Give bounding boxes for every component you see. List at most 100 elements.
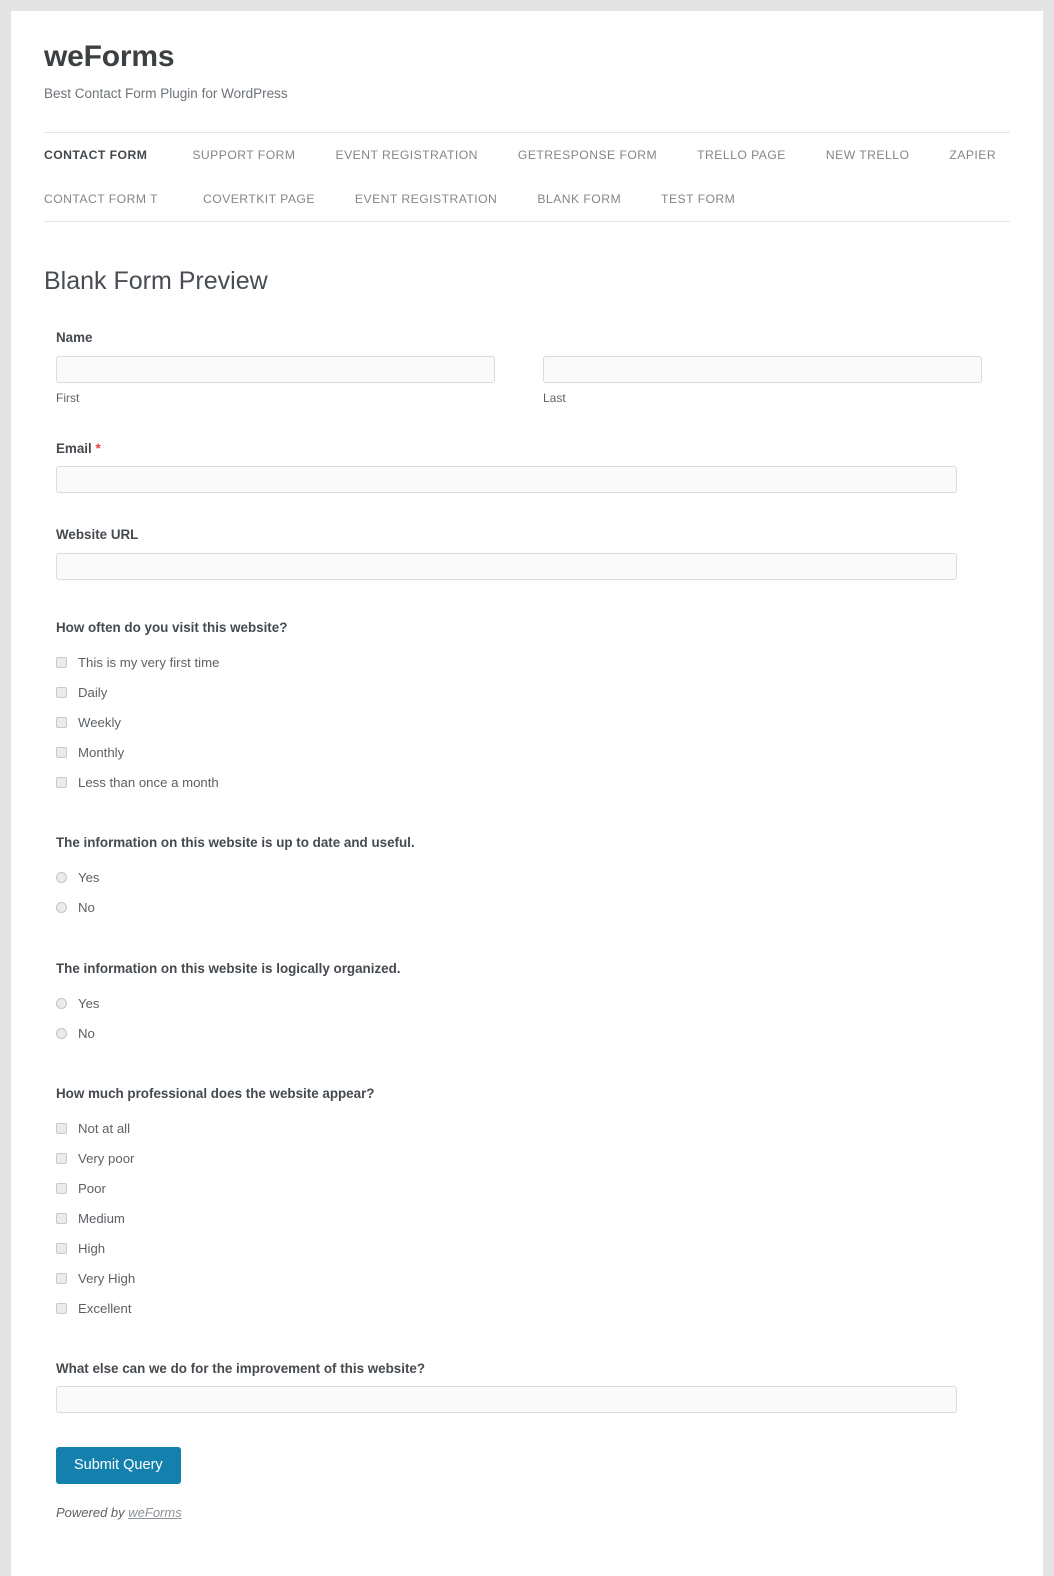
professional-appearance-options: Not at all Very poor Poor Medium High Ve…: [56, 1114, 1010, 1324]
checkbox-option-weekly[interactable]: Weekly: [56, 707, 1010, 737]
field-label-visit-frequency: How often do you visit this website?: [56, 619, 288, 635]
option-label: Very High: [78, 1270, 136, 1286]
checkbox-icon[interactable]: [56, 1273, 67, 1285]
field-label-logically-organized: The information on this website is logic…: [56, 960, 401, 976]
last-name-input[interactable]: [543, 355, 982, 383]
nav-item-blank-form[interactable]: BLANK FORM: [537, 192, 621, 206]
submit-row: Submit Query: [56, 1446, 1010, 1485]
radio-option-organized-yes[interactable]: Yes: [56, 988, 1010, 1018]
field-label-professional-appearance: How much professional does the website a…: [56, 1086, 375, 1102]
nav-item-covertkit-page[interactable]: COVERTKIT PAGE: [203, 192, 315, 206]
checkbox-option-less-than-once-a-month[interactable]: Less than once a month: [56, 767, 1010, 797]
blank-form: Name First Last Email * Website URL How …: [44, 329, 1010, 1520]
option-label: Poor: [78, 1180, 106, 1196]
radio-icon[interactable]: [56, 1027, 67, 1039]
radio-option-up-to-date-no[interactable]: No: [56, 893, 1010, 923]
site-title: weForms: [44, 40, 175, 73]
email-input[interactable]: [56, 466, 957, 494]
nav-row-secondary: CONTACT FORM T COVERTKIT PAGE EVENT REGI…: [44, 177, 1010, 221]
checkbox-option-very-poor[interactable]: Very poor: [56, 1144, 1010, 1174]
first-name-input[interactable]: [56, 355, 495, 383]
radio-icon[interactable]: [56, 872, 67, 884]
last-name-sublabel: Last: [543, 390, 566, 405]
option-label: This is my very first time: [78, 654, 220, 670]
main-navigation: CONTACT FORM SUPPORT FORM EVENT REGISTRA…: [44, 132, 1010, 223]
improvement-input[interactable]: [56, 1385, 957, 1413]
option-label: No: [78, 900, 95, 916]
site-tagline: Best Contact Form Plugin for WordPress: [44, 86, 288, 101]
submit-button[interactable]: Submit Query: [56, 1446, 181, 1485]
nav-item-contact-form[interactable]: CONTACT FORM: [44, 148, 147, 162]
website-url-input[interactable]: [56, 552, 957, 580]
content-inner: weForms Best Contact Form Plugin for Wor…: [11, 11, 1043, 1520]
page-container: weForms Best Contact Form Plugin for Wor…: [11, 11, 1043, 1576]
nav-item-zapier[interactable]: ZAPIER: [949, 148, 996, 162]
radio-option-up-to-date-yes[interactable]: Yes: [56, 863, 1010, 893]
up-to-date-options: Yes No: [56, 863, 1010, 923]
nav-row-primary: CONTACT FORM SUPPORT FORM EVENT REGISTRA…: [44, 133, 1010, 177]
field-label-website-url: Website URL: [56, 527, 139, 543]
option-label: High: [78, 1240, 106, 1256]
checkbox-option-very-high[interactable]: Very High: [56, 1264, 1010, 1294]
checkbox-option-high[interactable]: High: [56, 1234, 1010, 1264]
visit-frequency-options: This is my very first time Daily Weekly …: [56, 647, 1010, 797]
option-label: Medium: [78, 1210, 125, 1226]
checkbox-option-not-at-all[interactable]: Not at all: [56, 1114, 1010, 1144]
powered-by: Powered by weForms: [56, 1505, 1010, 1520]
name-last-column: Last: [543, 347, 982, 405]
checkbox-icon[interactable]: [56, 746, 67, 758]
checkbox-icon[interactable]: [56, 1213, 67, 1225]
checkbox-icon[interactable]: [56, 716, 67, 728]
checkbox-option-first-time[interactable]: This is my very first time: [56, 647, 1010, 677]
option-label: Yes: [78, 870, 100, 886]
required-asterisk-icon: *: [95, 441, 101, 456]
checkbox-icon[interactable]: [56, 1123, 67, 1135]
checkbox-icon[interactable]: [56, 1243, 67, 1255]
nav-item-event-registration-2[interactable]: EVENT REGISTRATION: [355, 192, 497, 206]
checkbox-option-monthly[interactable]: Monthly: [56, 737, 1010, 767]
field-label-improvement: What else can we do for the improvement …: [56, 1360, 426, 1376]
field-name: Name First Last: [56, 329, 1010, 405]
field-label-name: Name: [56, 330, 93, 346]
nav-item-test-form[interactable]: TEST FORM: [661, 192, 735, 206]
nav-item-trello-page[interactable]: TRELLO PAGE: [697, 148, 786, 162]
checkbox-icon[interactable]: [56, 1183, 67, 1195]
radio-option-organized-no[interactable]: No: [56, 1018, 1010, 1048]
checkbox-icon[interactable]: [56, 656, 67, 668]
logically-organized-options: Yes No: [56, 988, 1010, 1048]
option-label: Less than once a month: [78, 774, 219, 790]
option-label: Monthly: [78, 744, 125, 760]
radio-icon[interactable]: [56, 902, 67, 914]
checkbox-option-daily[interactable]: Daily: [56, 677, 1010, 707]
option-label: No: [78, 1025, 95, 1041]
nav-item-support-form[interactable]: SUPPORT FORM: [192, 148, 295, 162]
option-label: Very poor: [78, 1150, 135, 1166]
field-visit-frequency: How often do you visit this website? Thi…: [56, 619, 1010, 797]
name-row: First Last: [56, 347, 1010, 405]
option-label: Not at all: [78, 1120, 131, 1136]
name-first-column: First: [56, 347, 495, 405]
field-improvement: What else can we do for the improvement …: [56, 1360, 1010, 1413]
option-label: Excellent: [78, 1300, 132, 1316]
checkbox-icon[interactable]: [56, 1303, 67, 1315]
nav-item-event-registration[interactable]: EVENT REGISTRATION: [335, 148, 477, 162]
nav-item-getresponse-form[interactable]: GETRESPONSE FORM: [518, 148, 657, 162]
checkbox-option-poor[interactable]: Poor: [56, 1174, 1010, 1204]
page-title: Blank Form Preview: [44, 267, 268, 296]
field-label-up-to-date: The information on this website is up to…: [56, 835, 415, 851]
nav-item-contact-form-t[interactable]: CONTACT FORM T: [44, 192, 158, 206]
checkbox-icon[interactable]: [56, 1153, 67, 1165]
field-up-to-date: The information on this website is up to…: [56, 834, 1010, 922]
option-label: Yes: [78, 995, 100, 1011]
checkbox-icon[interactable]: [56, 686, 67, 698]
option-label: Weekly: [78, 714, 121, 730]
nav-item-new-trello[interactable]: NEW TRELLO: [826, 148, 910, 162]
checkbox-option-excellent[interactable]: Excellent: [56, 1294, 1010, 1324]
checkbox-option-medium[interactable]: Medium: [56, 1204, 1010, 1234]
radio-icon[interactable]: [56, 997, 67, 1009]
field-professional-appearance: How much professional does the website a…: [56, 1085, 1010, 1323]
checkbox-icon[interactable]: [56, 776, 67, 788]
first-name-sublabel: First: [56, 390, 80, 405]
field-label-email-text: Email: [56, 441, 92, 456]
weforms-link[interactable]: weForms: [128, 1505, 181, 1520]
